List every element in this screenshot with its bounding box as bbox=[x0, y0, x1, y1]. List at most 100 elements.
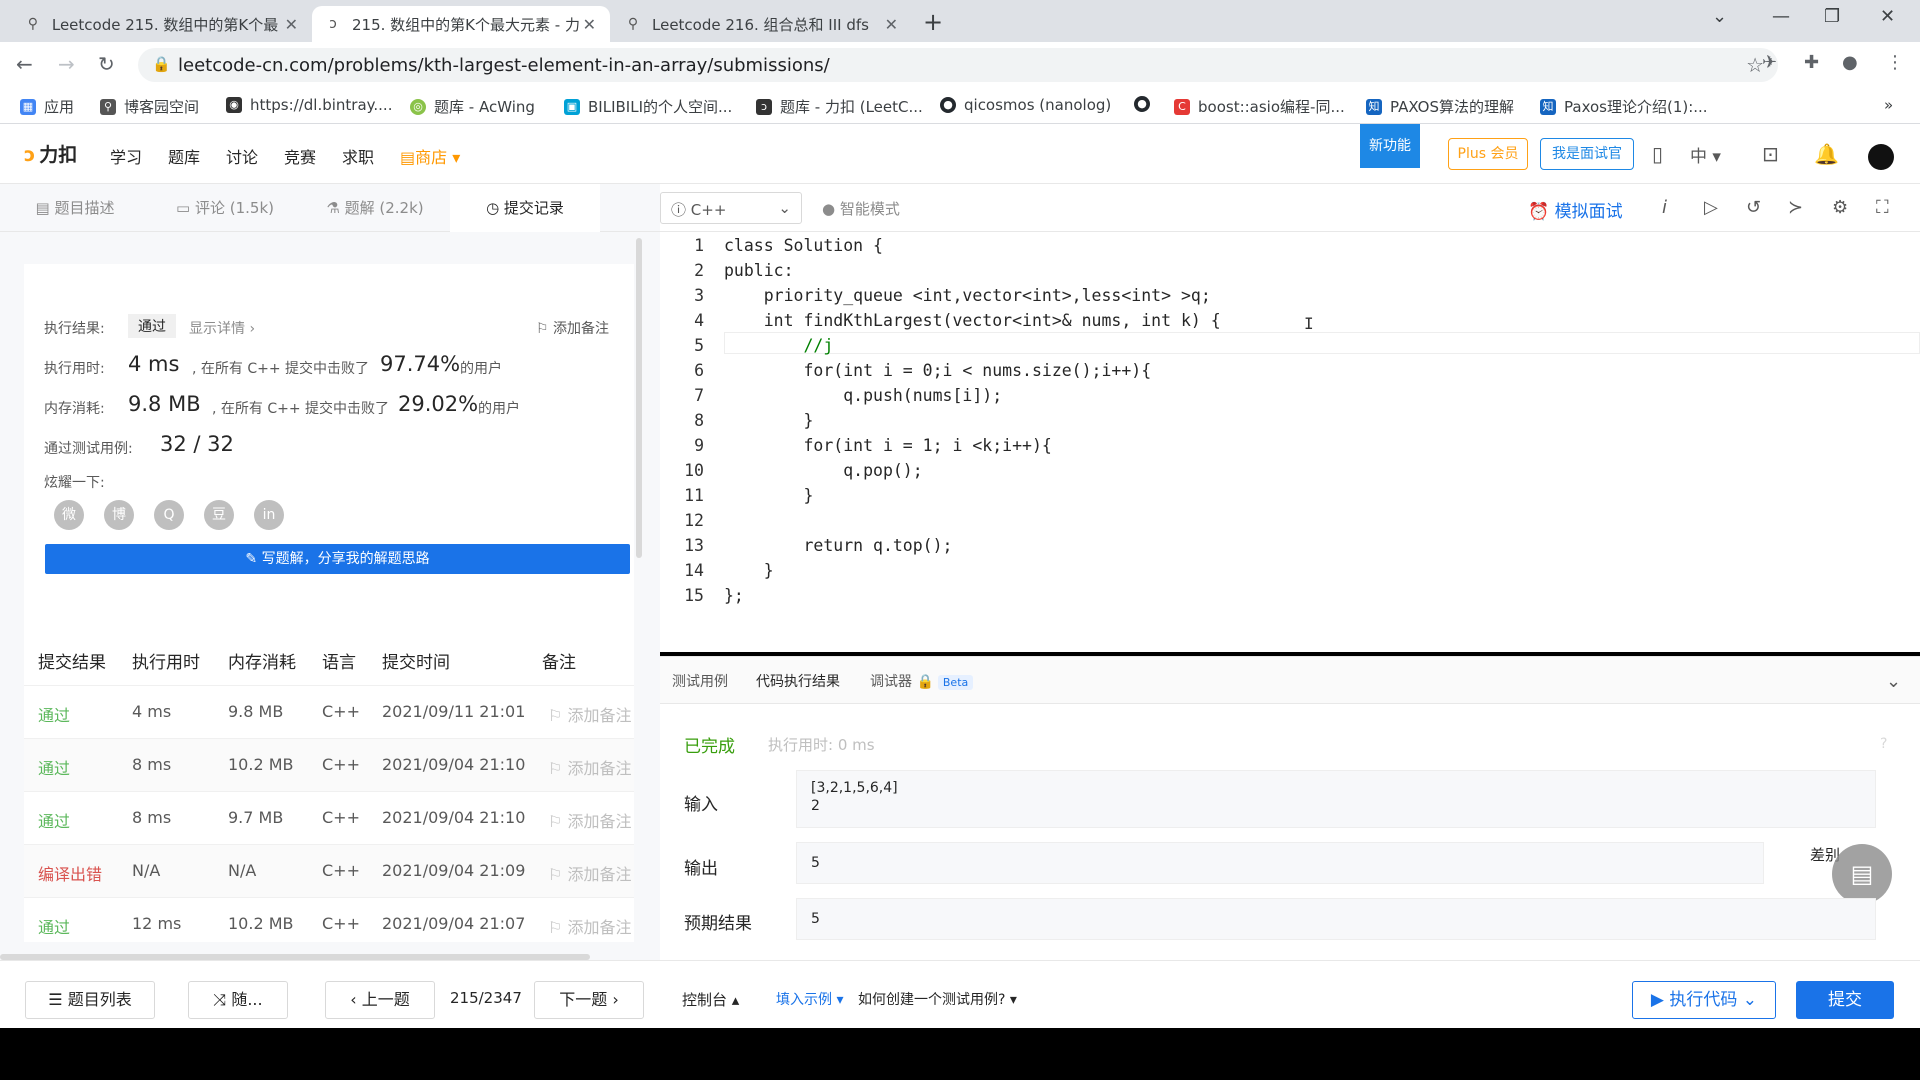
info-i-icon[interactable]: i bbox=[1662, 197, 1667, 218]
fullscreen-icon[interactable]: ⛶ bbox=[1876, 197, 1889, 218]
bookmark-item[interactable]: ● qicosmos (nanolog) bbox=[940, 96, 1111, 114]
prev-problem-button[interactable]: ‹ 上一题 bbox=[325, 981, 435, 1019]
random-button[interactable]: ⤨ 随... bbox=[188, 981, 288, 1019]
tab-testcase[interactable]: 测试用例 bbox=[672, 671, 728, 691]
bookmark-item[interactable]: ⚲ 博客园空间 bbox=[100, 96, 199, 117]
menu-kebab-icon[interactable]: ⋮ bbox=[1886, 52, 1904, 73]
code-editor[interactable]: I 1 class Solution { 2 public: 3 priorit… bbox=[660, 232, 1920, 652]
row-add-note[interactable]: ⚐ 添加备注 bbox=[548, 861, 634, 885]
scrollbar[interactable] bbox=[636, 238, 642, 558]
dot-icon: ● bbox=[822, 200, 840, 218]
nav-discuss[interactable]: 讨论 bbox=[226, 144, 258, 168]
bookmark-item[interactable]: ▣ BILIBILI的个人空间... bbox=[564, 96, 732, 117]
fill-example-link[interactable]: 填入示例 ▾ bbox=[776, 989, 843, 1009]
github-icon: ● bbox=[1134, 96, 1150, 112]
bookmark-apps[interactable]: ▦ 应用 bbox=[20, 96, 74, 117]
close-icon[interactable]: ✕ bbox=[885, 15, 898, 34]
output-label: 输出 bbox=[684, 859, 718, 879]
bookmark-item[interactable]: ◉ https://dl.bintray.... bbox=[226, 96, 392, 114]
bookmark-item[interactable]: Cboost::asio编程-同... bbox=[1174, 96, 1345, 117]
col-note: 备注 bbox=[542, 653, 576, 673]
bookmark-item[interactable]: ● bbox=[1134, 96, 1158, 112]
notification-bell-icon[interactable]: 🔔 bbox=[1814, 142, 1839, 166]
forward-icon[interactable]: → bbox=[58, 52, 75, 76]
close-icon[interactable]: ✕ bbox=[583, 15, 596, 34]
next-problem-button[interactable]: 下一题 › bbox=[534, 981, 644, 1019]
tab-description[interactable]: ▤ 题目描述 bbox=[0, 184, 150, 232]
tab-comments[interactable]: ▭ 评论 (1.5k) bbox=[150, 184, 300, 232]
profile-icon[interactable]: ● bbox=[1842, 52, 1858, 73]
row-add-note[interactable]: ⚐ 添加备注 bbox=[548, 755, 634, 779]
chevron-down-icon: ⌄ bbox=[1737, 990, 1758, 1010]
plus-member-button[interactable]: Plus 会员 bbox=[1448, 138, 1528, 170]
run-code-button[interactable]: ▶ 执行代码 ⌄ bbox=[1632, 981, 1776, 1019]
row-status-link[interactable]: 编译出错 bbox=[38, 861, 102, 885]
tab-debugger[interactable]: 调试器 🔒 Beta bbox=[870, 671, 974, 691]
tab-run-result[interactable]: 代码执行结果 bbox=[756, 671, 840, 691]
settings-icon[interactable]: ⚙ bbox=[1832, 197, 1848, 218]
interviewer-button[interactable]: 我是面试官 bbox=[1540, 138, 1634, 170]
chevron-down-icon[interactable]: ⌄ bbox=[1886, 671, 1901, 692]
bookmark-item[interactable]: 知 Paxos理论介绍(1):... bbox=[1540, 96, 1708, 117]
notes-float-icon[interactable]: ▤ bbox=[1832, 844, 1892, 904]
wechat-icon[interactable]: 微 bbox=[54, 500, 84, 530]
row-status-link[interactable]: 通过 bbox=[38, 702, 70, 726]
shuffle-icon: ⤨ bbox=[213, 990, 232, 1009]
nav-jobs[interactable]: 求职 bbox=[342, 144, 374, 168]
row-add-note[interactable]: ⚐ 添加备注 bbox=[548, 808, 634, 832]
tab-search-icon[interactable]: ⌄ bbox=[1712, 6, 1727, 27]
nav-contest[interactable]: 竞赛 bbox=[284, 144, 316, 168]
language-select[interactable]: ⓘ C++ ⌄ bbox=[660, 192, 802, 224]
row-add-note[interactable]: ⚐ 添加备注 bbox=[548, 702, 634, 726]
window-close-icon[interactable]: ✕ bbox=[1880, 6, 1895, 27]
mock-interview-button[interactable]: ⏰ 模拟面试 bbox=[1528, 197, 1623, 222]
bookmark-item[interactable]: ◎ 题库 - AcWing bbox=[410, 96, 535, 117]
back-icon[interactable]: ← bbox=[16, 52, 33, 76]
avatar[interactable] bbox=[1868, 144, 1894, 170]
row-add-note[interactable]: ⚐ 添加备注 bbox=[548, 914, 634, 938]
browser-tab-3[interactable]: ⚲ Leetcode 216. 组合总和 III dfs ✕ bbox=[612, 6, 912, 42]
tab-submissions[interactable]: ◷ 提交记录 bbox=[450, 184, 600, 232]
row-status-link[interactable]: 通过 bbox=[38, 808, 70, 832]
playground-icon[interactable]: ⊡ bbox=[1762, 142, 1779, 166]
add-note-button[interactable]: ⚐ 添加备注 bbox=[536, 318, 609, 338]
nav-problems[interactable]: 题库 bbox=[168, 144, 200, 168]
language-switch[interactable]: 中 ▾ bbox=[1690, 142, 1721, 167]
terminal-icon[interactable]: ≻ bbox=[1788, 197, 1803, 218]
douban-icon[interactable]: 豆 bbox=[204, 500, 234, 530]
submit-button[interactable]: 提交 bbox=[1796, 981, 1894, 1019]
linkedin-icon[interactable]: in bbox=[254, 500, 284, 530]
smart-mode-toggle[interactable]: ● 智能模式 bbox=[822, 198, 900, 219]
browser-tab-2[interactable]: ↄ 215. 数组中的第K个最大元素 - 力 ✕ bbox=[312, 6, 610, 42]
more-bookmarks-icon[interactable]: » bbox=[1884, 96, 1893, 114]
row-status-link[interactable]: 通过 bbox=[38, 914, 70, 938]
new-feature-badge[interactable]: 新功能 bbox=[1360, 124, 1420, 168]
play-icon[interactable]: ▷ bbox=[1704, 197, 1718, 218]
url-input[interactable]: 🔒 leetcode-cn.com/problems/kth-largest-e… bbox=[138, 48, 1778, 82]
reset-icon[interactable]: ↺ bbox=[1746, 197, 1761, 218]
extension-icon[interactable]: ✈ bbox=[1762, 52, 1777, 73]
bookmark-item[interactable]: ↄ 题库 - 力扣 (LeetC... bbox=[756, 96, 923, 117]
tab-solutions[interactable]: ⚗ 题解 (2.2k) bbox=[300, 184, 450, 232]
weibo-icon[interactable]: 博 bbox=[104, 500, 134, 530]
row-status-link[interactable]: 通过 bbox=[38, 755, 70, 779]
nav-learn[interactable]: 学习 bbox=[110, 144, 142, 168]
help-icon[interactable]: ? bbox=[1880, 736, 1887, 752]
extensions-puzzle-icon[interactable]: ✚ bbox=[1804, 52, 1819, 73]
maximize-icon[interactable]: ❐ bbox=[1824, 6, 1840, 27]
write-solution-button[interactable]: ✎ 写题解，分享我的解题思路 bbox=[45, 544, 630, 574]
minimize-icon[interactable]: — bbox=[1772, 6, 1790, 27]
problem-list-button[interactable]: ☰ 题目列表 bbox=[25, 981, 155, 1019]
close-icon[interactable]: ✕ bbox=[285, 15, 298, 34]
show-detail-link[interactable]: 显示详情 › bbox=[189, 318, 255, 338]
reload-icon[interactable]: ↻ bbox=[98, 52, 115, 76]
bookmark-item[interactable]: 知 PAXOS算法的理解 bbox=[1366, 96, 1514, 117]
qq-icon[interactable]: Q bbox=[154, 500, 184, 530]
leetcode-logo[interactable]: ↄ 力扣 bbox=[24, 140, 77, 167]
new-tab-icon[interactable]: + bbox=[923, 8, 943, 36]
nav-store[interactable]: ▤商店 ▾ bbox=[400, 144, 460, 168]
how-create-testcase-link[interactable]: 如何创建一个测试用例? ▾ bbox=[858, 989, 1017, 1009]
mobile-icon[interactable]: ▯ bbox=[1652, 142, 1663, 166]
console-toggle[interactable]: 控制台 ▴ bbox=[682, 989, 739, 1010]
browser-tab-1[interactable]: ⚲ Leetcode 215. 数组中的第K个最 ✕ bbox=[12, 6, 312, 42]
